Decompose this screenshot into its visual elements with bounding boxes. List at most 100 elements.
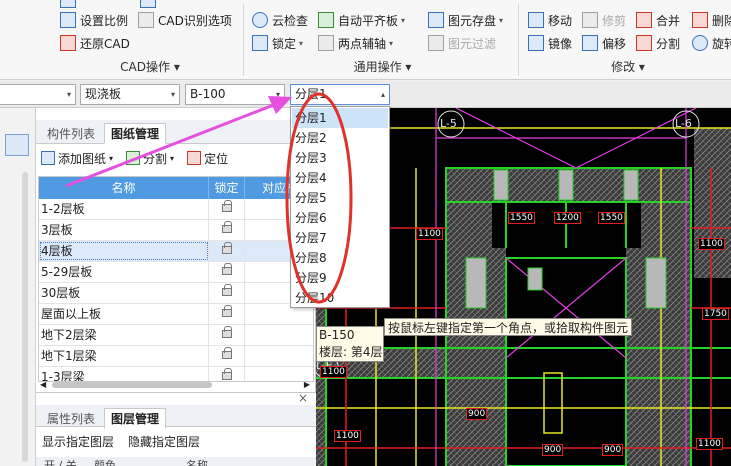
save-icon (428, 12, 444, 28)
hide-layer-button[interactable]: 隐藏指定图层 (128, 433, 200, 450)
element-filter-button[interactable]: 图元过滤 (428, 33, 496, 53)
filter-icon (428, 35, 444, 51)
floor-combo[interactable]: ▾ (0, 84, 76, 105)
row-name[interactable]: 5-29层板 (39, 262, 209, 282)
table-row[interactable]: 屋面以上板 (39, 304, 313, 325)
two-point-axis-button[interactable]: 两点辅轴 ▾ (318, 33, 393, 53)
dimension-label: 900 (466, 408, 488, 420)
lock-icon (222, 263, 232, 275)
modify-group-label[interactable]: 修改 ▾ (525, 58, 731, 76)
row-name[interactable]: 1-2层板 (39, 199, 209, 219)
chevron-down-icon: ▾ (66, 90, 71, 99)
group-separator (518, 4, 519, 76)
row-lock-cell[interactable] (209, 199, 245, 219)
delete-button[interactable]: 删除 (692, 10, 731, 30)
cloud-check-button[interactable]: 云检查 (252, 10, 308, 30)
lock-button[interactable]: 锁定 ▾ (252, 33, 303, 53)
column-color[interactable]: 颜色 (94, 457, 116, 466)
offset-button[interactable]: 偏移 (582, 33, 626, 53)
layer-option[interactable]: 分层8 (292, 248, 388, 268)
table-row[interactable]: 3层板 (39, 220, 313, 241)
layer-option[interactable]: 分层9 (292, 268, 388, 288)
layer-option[interactable]: 分层2 (292, 128, 388, 148)
tab-drawing-management[interactable]: 图纸管理 (104, 123, 167, 144)
row-name[interactable]: 屋面以上板 (39, 304, 209, 324)
row-lock-cell[interactable] (209, 346, 245, 366)
horizontal-scrollbar[interactable]: ◀ ▶ (40, 380, 310, 390)
table-row[interactable]: 30层板 (39, 283, 313, 304)
row-lock-cell[interactable] (209, 325, 245, 345)
row-lock-cell[interactable] (209, 283, 245, 303)
row-lock-cell[interactable] (209, 262, 245, 282)
close-icon[interactable]: × (298, 391, 308, 405)
layer-option[interactable]: 分层4 (292, 168, 388, 188)
table-row[interactable]: 地下2层梁 (39, 325, 313, 346)
split-button[interactable]: 分割 (636, 33, 680, 53)
tab-property-list[interactable]: 属性列表 (40, 408, 102, 429)
table-row[interactable]: 地下1层梁 (39, 346, 313, 367)
cad-recognition-options-button[interactable]: CAD识别选项 (138, 10, 232, 30)
vertical-scrollbar[interactable] (22, 172, 28, 462)
cad-group-label[interactable]: CAD操作 ▾ (60, 58, 240, 76)
layer-option[interactable]: 分层6 (292, 208, 388, 228)
group-separator (243, 4, 244, 76)
restore-cad-button[interactable]: 还原CAD (60, 33, 130, 53)
layer-option[interactable]: 分层3 (292, 148, 388, 168)
split-drawing-button[interactable]: 分割 ▾ (126, 150, 174, 167)
column-header-lock[interactable]: 锁定 (209, 177, 245, 199)
save-element-button[interactable]: 图元存盘 ▾ (428, 10, 503, 30)
column-on-off[interactable]: 开 / 关 (44, 457, 77, 466)
trim-icon (582, 12, 598, 28)
table-row[interactable]: 5-29层板 (39, 262, 313, 283)
panel-tabs: 构件列表 图纸管理 (36, 120, 316, 144)
row-lock-cell[interactable] (209, 220, 245, 240)
row-name[interactable]: 3层板 (39, 220, 209, 240)
dimension-label: 1750 (702, 308, 729, 320)
column-layer-name[interactable]: 名称 (186, 457, 208, 466)
locate-button[interactable]: 定位 (187, 150, 228, 167)
trim-button[interactable]: 修剪 (582, 10, 626, 30)
layer-option[interactable]: 分层10 (292, 288, 388, 308)
column-header-name[interactable]: 名称 (39, 177, 209, 199)
layer-option[interactable]: 分层7 (292, 228, 388, 248)
dimension-label: 1200 (554, 212, 581, 224)
layer-combo[interactable]: 分层1 ▴ (290, 84, 390, 105)
dimension-label: 1100 (334, 430, 361, 442)
scroll-right-icon[interactable]: ▶ (304, 380, 310, 389)
lock-icon (222, 368, 232, 380)
rotate-button[interactable]: 旋转 (692, 33, 731, 53)
row-name[interactable]: 30层板 (39, 283, 209, 303)
row-lock-cell[interactable] (209, 241, 245, 261)
add-drawing-button[interactable]: 添加图纸 ▾ (41, 150, 113, 167)
tooltip-component: B-150 (319, 328, 355, 342)
lock-icon (222, 221, 232, 233)
show-layer-button[interactable]: 显示指定图层 (42, 433, 114, 450)
layer-option[interactable]: 分层1 (292, 108, 388, 128)
component-type-combo[interactable]: 现浇板 ▾ (80, 84, 180, 105)
row-name[interactable]: 4层板 (39, 241, 209, 261)
row-name[interactable]: 地下1层梁 (39, 346, 209, 366)
mirror-button[interactable]: 镜像 (528, 33, 572, 53)
layer-option[interactable]: 分层5 (292, 188, 388, 208)
merge-button[interactable]: 合并 (636, 10, 680, 30)
layout-icon[interactable] (5, 134, 29, 156)
tab-component-list[interactable]: 构件列表 (40, 123, 102, 144)
dimension-label: 1100 (698, 238, 725, 250)
table-row[interactable]: 4层板 (39, 241, 313, 262)
set-scale-button[interactable]: 设置比例 (60, 10, 128, 30)
chevron-down-icon: ▾ (275, 90, 280, 99)
row-name[interactable]: 地下2层梁 (39, 325, 209, 345)
element-tooltip: B-150 楼层: 第4层 (316, 326, 384, 362)
scroll-left-icon[interactable]: ◀ (40, 380, 46, 389)
tab-layer-management[interactable]: 图层管理 (104, 408, 167, 429)
drawing-table: 名称 锁定 对应楼 1-2层板 3层板 4层板 5-29层板 30层板 屋面以上板 地下2层… (38, 176, 314, 382)
table-row[interactable]: 1-2层板 (39, 199, 313, 220)
component-name-combo[interactable]: B-100 ▾ (185, 84, 285, 105)
move-button[interactable]: 移动 (528, 10, 572, 30)
scrollbar-thumb[interactable] (52, 382, 212, 388)
axis-label-l6: L-6 (675, 117, 692, 130)
auto-align-slab-button[interactable]: 自动平齐板 ▾ (318, 10, 405, 30)
general-group-label[interactable]: 通用操作 ▾ (250, 58, 515, 76)
row-lock-cell[interactable] (209, 304, 245, 324)
lock-icon (222, 284, 232, 296)
